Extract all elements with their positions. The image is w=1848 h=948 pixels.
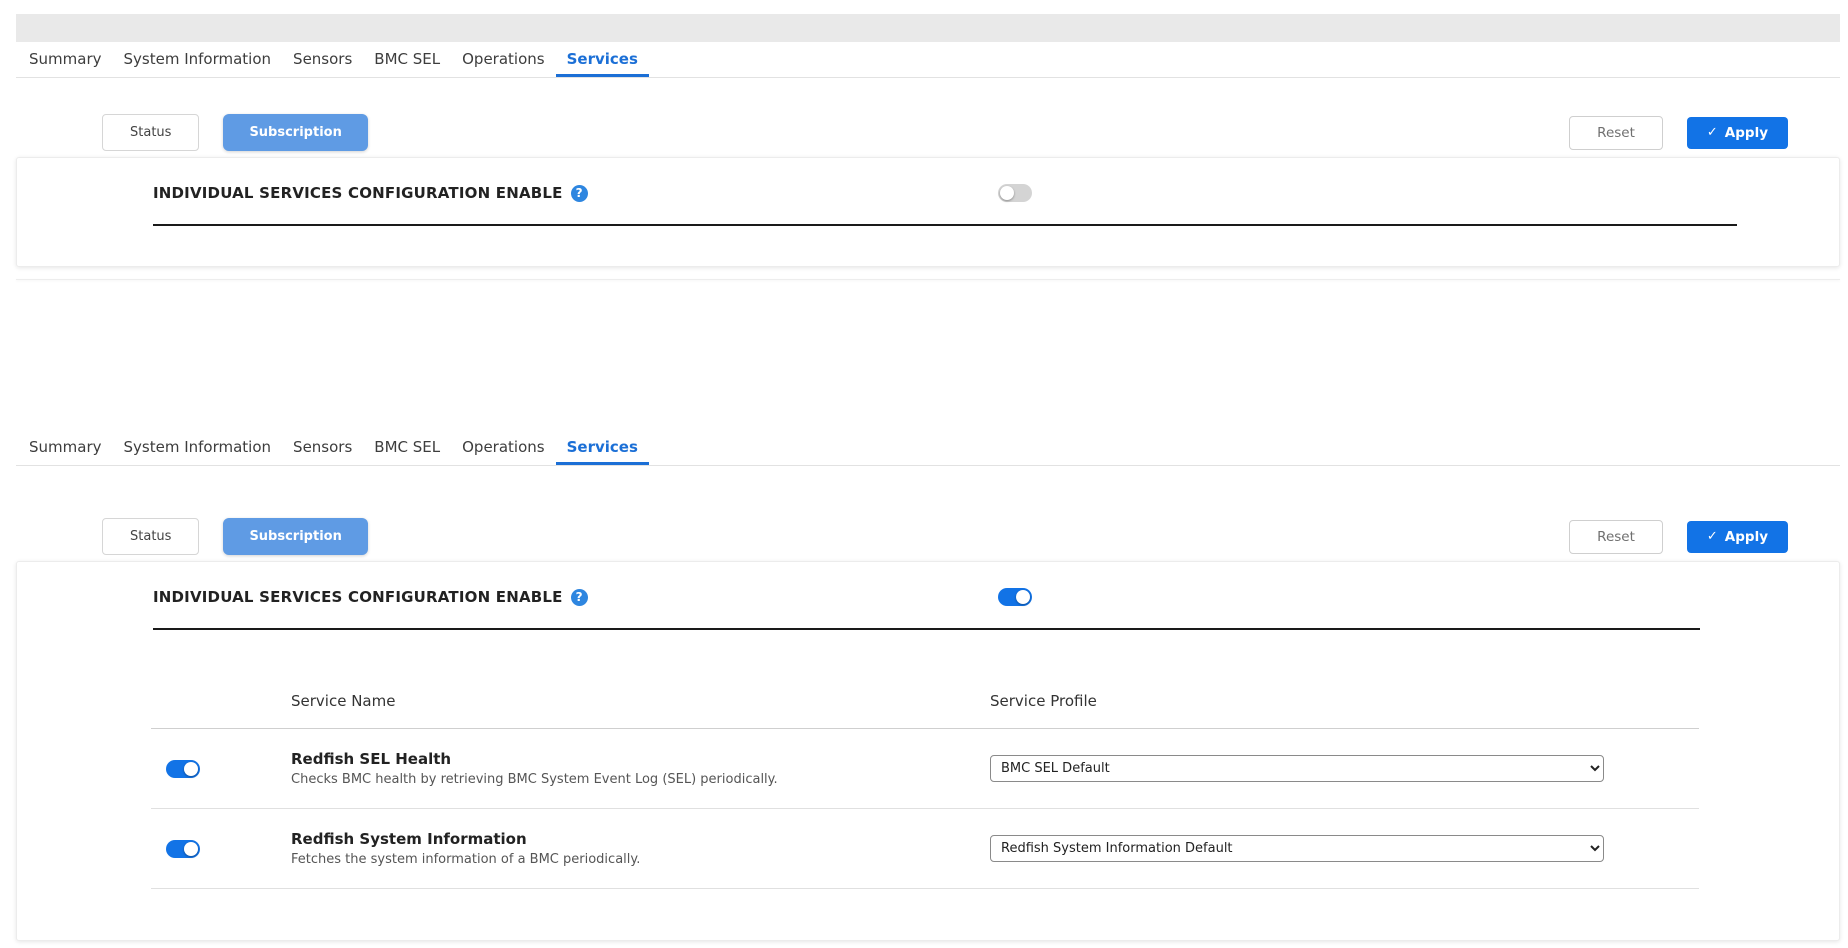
top-band — [16, 14, 1840, 42]
service-profile-select[interactable]: Redfish System Information Default — [990, 835, 1604, 862]
cell-toggle — [151, 840, 291, 858]
subscription-subtab[interactable]: Subscription — [223, 114, 367, 151]
tab-summary[interactable]: Summary — [18, 42, 113, 77]
subscription-card: INDIVIDUAL SERVICES CONFIGURATION ENABLE… — [16, 157, 1840, 267]
cell-service-profile: Redfish System Information Default — [990, 835, 1699, 862]
cell-service-name: Redfish SEL Health Checks BMC health by … — [291, 750, 990, 787]
cell-service-profile: BMC SEL Default — [990, 755, 1699, 782]
page: Summary System Information Sensors BMC S… — [0, 14, 1848, 941]
config-row: INDIVIDUAL SERVICES CONFIGURATION ENABLE… — [17, 158, 1839, 202]
individual-services-config-label: INDIVIDUAL SERVICES CONFIGURATION ENABLE — [153, 184, 563, 202]
individual-services-config-label: INDIVIDUAL SERVICES CONFIGURATION ENABLE — [153, 588, 563, 606]
cell-service-name: Redfish System Information Fetches the s… — [291, 830, 990, 867]
tab-services[interactable]: Services — [556, 42, 649, 77]
status-subtab[interactable]: Status — [102, 518, 199, 555]
help-icon[interactable]: ? — [571, 185, 588, 202]
table-row-redfish-sel-health: Redfish SEL Health Checks BMC health by … — [151, 729, 1699, 809]
services-panel-enabled: Summary System Information Sensors BMC S… — [16, 430, 1840, 941]
tab-bmc-sel[interactable]: BMC SEL — [363, 42, 451, 77]
individual-services-config-toggle[interactable] — [998, 588, 1032, 606]
main-tabbar: Summary System Information Sensors BMC S… — [16, 430, 1840, 466]
individual-services-config-toggle[interactable] — [998, 184, 1032, 202]
reset-button[interactable]: Reset — [1569, 116, 1663, 150]
panel-bottom-edge — [16, 279, 1840, 280]
apply-label: Apply — [1725, 125, 1768, 141]
service-description: Checks BMC health by retrieving BMC Syst… — [291, 772, 990, 787]
status-subtab[interactable]: Status — [102, 114, 199, 151]
tab-operations[interactable]: Operations — [451, 42, 555, 77]
apply-label: Apply — [1725, 529, 1768, 545]
subscription-card: INDIVIDUAL SERVICES CONFIGURATION ENABLE… — [16, 561, 1840, 941]
header-toggle-column — [151, 692, 291, 710]
reset-button[interactable]: Reset — [1569, 520, 1663, 554]
services-panel-disabled: Summary System Information Sensors BMC S… — [16, 14, 1840, 280]
config-label-wrap: INDIVIDUAL SERVICES CONFIGURATION ENABLE… — [153, 588, 998, 606]
help-icon[interactable]: ? — [571, 589, 588, 606]
redfish-system-information-toggle[interactable] — [166, 840, 200, 858]
header-service-profile: Service Profile — [990, 692, 1699, 710]
toggle-knob — [184, 842, 198, 856]
table-row-redfish-system-information: Redfish System Information Fetches the s… — [151, 809, 1699, 889]
service-name: Redfish SEL Health — [291, 750, 990, 768]
config-label-wrap: INDIVIDUAL SERVICES CONFIGURATION ENABLE… — [153, 184, 998, 202]
toggle-knob — [1016, 590, 1030, 604]
service-profile-select[interactable]: BMC SEL Default — [990, 755, 1604, 782]
divider — [153, 628, 1700, 630]
tab-services[interactable]: Services — [556, 430, 649, 465]
main-tabbar: Summary System Information Sensors BMC S… — [16, 42, 1840, 78]
services-table-header: Service Name Service Profile — [151, 692, 1699, 729]
config-row: INDIVIDUAL SERVICES CONFIGURATION ENABLE… — [17, 562, 1839, 606]
check-icon: ✓ — [1707, 529, 1718, 544]
service-description: Fetches the system information of a BMC … — [291, 852, 990, 867]
cell-toggle — [151, 760, 291, 778]
subscription-subtab[interactable]: Subscription — [223, 518, 367, 555]
toggle-knob — [184, 762, 198, 776]
apply-button[interactable]: ✓ Apply — [1687, 521, 1788, 553]
divider — [153, 224, 1737, 226]
tab-system-information[interactable]: System Information — [113, 42, 283, 77]
apply-button[interactable]: ✓ Apply — [1687, 117, 1788, 149]
tab-bmc-sel[interactable]: BMC SEL — [363, 430, 451, 465]
subtab-action-row: Status Subscription Reset ✓ Apply — [16, 466, 1840, 555]
toggle-knob — [1000, 186, 1014, 200]
tab-system-information[interactable]: System Information — [113, 430, 283, 465]
check-icon: ✓ — [1707, 125, 1718, 140]
redfish-sel-health-toggle[interactable] — [166, 760, 200, 778]
subtab-action-row: Status Subscription Reset ✓ Apply — [16, 78, 1840, 151]
tab-sensors[interactable]: Sensors — [282, 430, 363, 465]
header-service-name: Service Name — [291, 692, 990, 710]
tab-summary[interactable]: Summary — [18, 430, 113, 465]
service-name: Redfish System Information — [291, 830, 990, 848]
tab-operations[interactable]: Operations — [451, 430, 555, 465]
tab-sensors[interactable]: Sensors — [282, 42, 363, 77]
